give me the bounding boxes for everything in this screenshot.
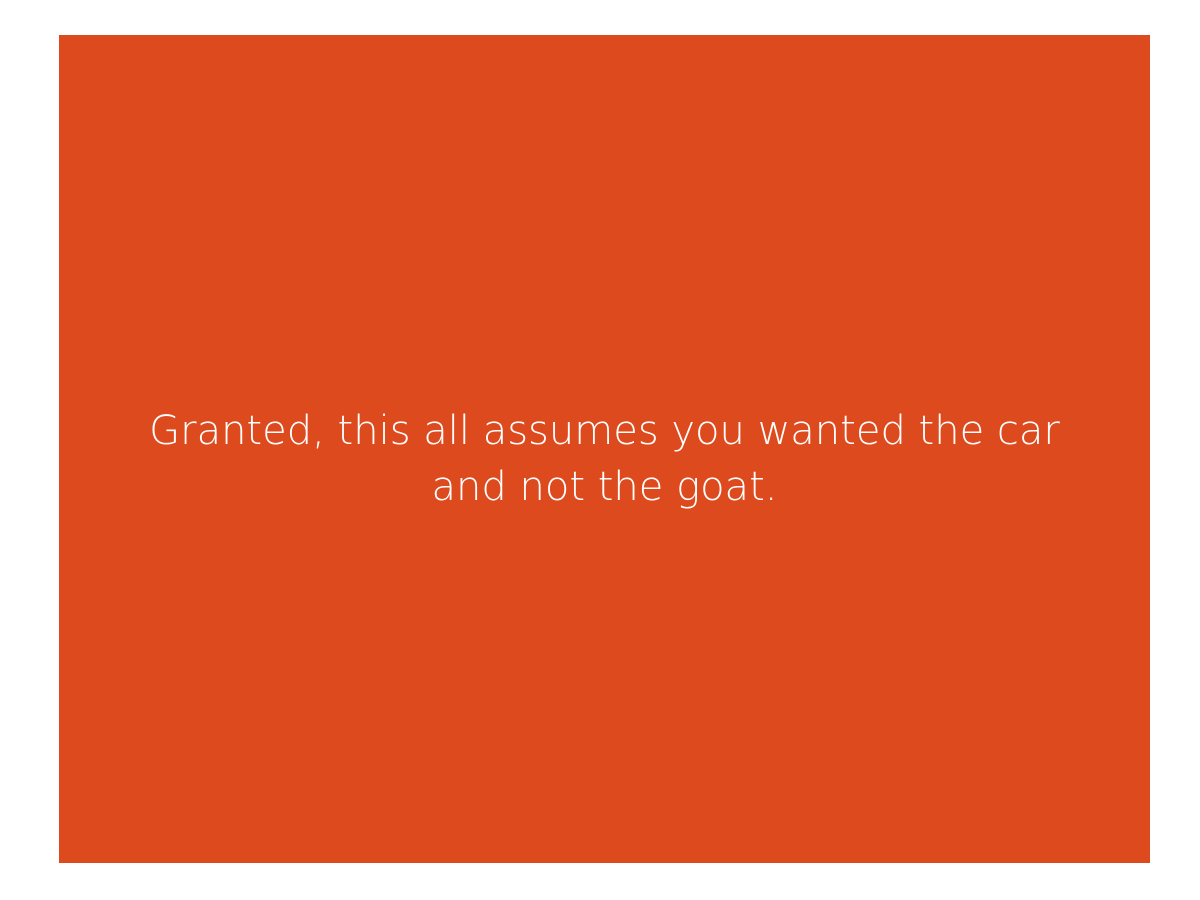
slide-text: Granted, this all assumes you wanted the… [80,403,1130,515]
slide-text-line-2: and not the goat. [431,464,778,510]
slide-panel: Granted, this all assumes you wanted the… [59,35,1150,863]
slide-text-line-1: Granted, this all assumes you wanted the… [149,408,1060,454]
